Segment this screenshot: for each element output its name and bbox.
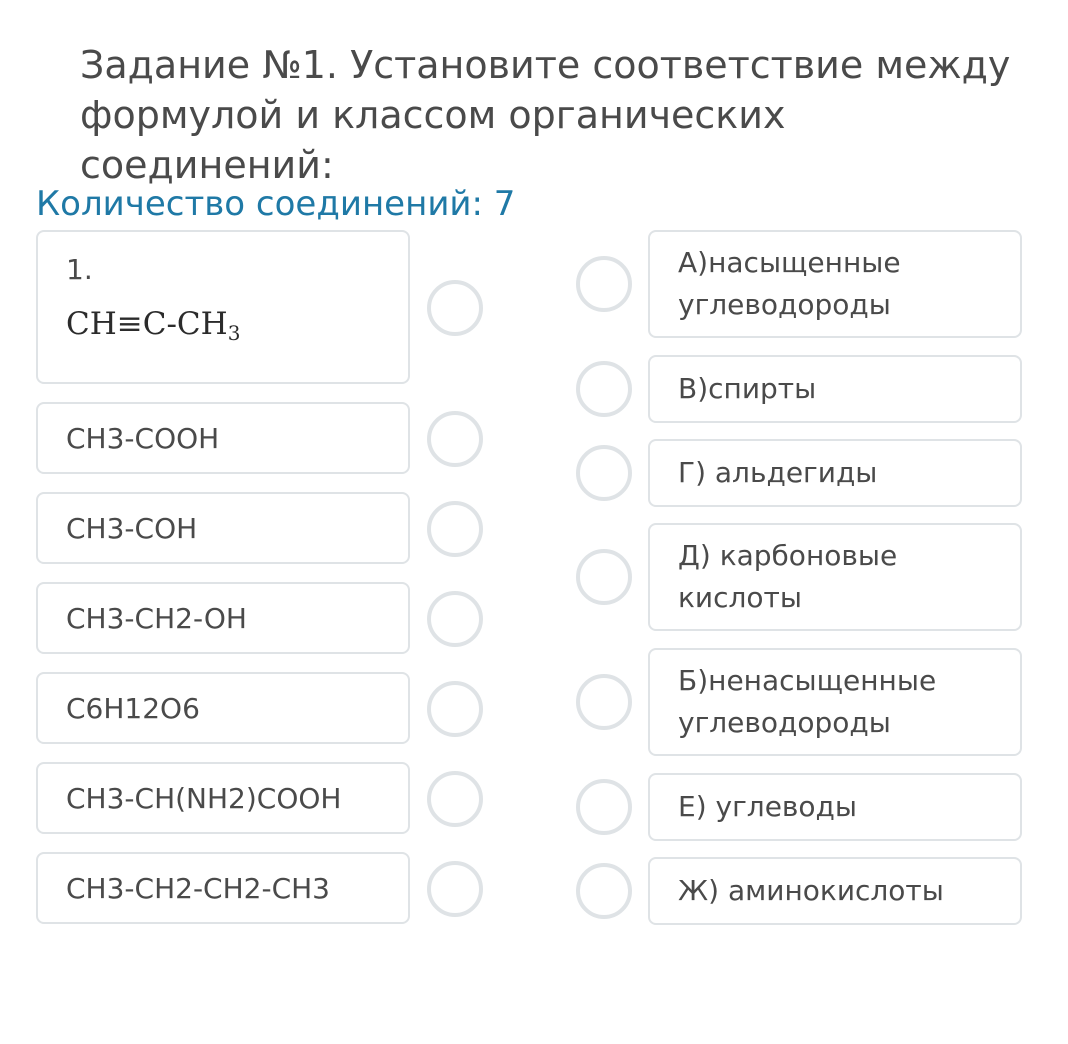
right-match-radio-2[interactable] <box>576 361 632 417</box>
formula-card-4[interactable]: CH3-CH2-OH <box>36 582 410 654</box>
right-match-radio-3[interactable] <box>576 445 632 501</box>
left-match-radio-4[interactable] <box>427 591 483 647</box>
formula-card-3[interactable]: CH3-COH <box>36 492 410 564</box>
class-card-7[interactable]: Ж) аминокислоты <box>648 857 1022 925</box>
formula-label: C6H12O6 <box>66 691 200 725</box>
formula-card-6[interactable]: CH3-CH(NH2)COOH <box>36 762 410 834</box>
right-match-radio-7[interactable] <box>576 863 632 919</box>
class-label: Е) углеводы <box>678 790 858 823</box>
class-label: Ж) аминокислоты <box>678 874 944 907</box>
compound-count: Количество соединений: 7 <box>36 184 516 224</box>
right-match-radio-6[interactable] <box>576 779 632 835</box>
class-label: Г) альдегиды <box>678 456 878 489</box>
formula-label: CH3-CH2-OH <box>66 601 247 635</box>
formula-label: CH3-COH <box>66 511 198 545</box>
formula-label: CH3-COOH <box>66 421 220 455</box>
formula-card-2[interactable]: CH3-COOH <box>36 402 410 474</box>
class-card-2[interactable]: В)спирты <box>648 355 1022 423</box>
formula-card-5[interactable]: C6H12O6 <box>36 672 410 744</box>
class-label: В)спирты <box>678 372 817 405</box>
right-match-radio-4[interactable] <box>576 549 632 605</box>
class-card-4[interactable]: Д) карбоновые кислоты <box>648 523 1022 631</box>
right-match-radio-5[interactable] <box>576 674 632 730</box>
left-match-radio-1[interactable] <box>427 280 483 336</box>
left-match-radio-3[interactable] <box>427 501 483 557</box>
formula-card-7[interactable]: CH3-CH2-CH2-CH3 <box>36 852 410 924</box>
class-card-5[interactable]: Б)ненасыщенные углеводороды <box>648 648 1022 756</box>
class-label: А)насыщенные углеводороды <box>678 246 901 321</box>
left-match-radio-6[interactable] <box>427 771 483 827</box>
formula-number: 1. <box>66 253 93 286</box>
left-match-radio-7[interactable] <box>427 861 483 917</box>
class-label: Д) карбоновые кислоты <box>678 539 898 614</box>
class-card-3[interactable]: Г) альдегиды <box>648 439 1022 507</box>
left-match-radio-5[interactable] <box>427 681 483 737</box>
formula-label: CH3-CH2-CH2-CH3 <box>66 871 330 905</box>
class-card-1[interactable]: А)насыщенные углеводороды <box>648 230 1022 338</box>
class-card-6[interactable]: Е) углеводы <box>648 773 1022 841</box>
formula-image: CH≡C-CH3 <box>66 306 241 345</box>
class-label: Б)ненасыщенные углеводороды <box>678 664 937 739</box>
task-title: Задание №1. Установите соответствие межд… <box>80 43 1011 187</box>
formula-card-1[interactable]: 1. CH≡C-CH3 <box>36 230 410 384</box>
right-match-radio-1[interactable] <box>576 256 632 312</box>
left-match-radio-2[interactable] <box>427 411 483 467</box>
formula-label: CH3-CH(NH2)COOH <box>66 781 342 815</box>
